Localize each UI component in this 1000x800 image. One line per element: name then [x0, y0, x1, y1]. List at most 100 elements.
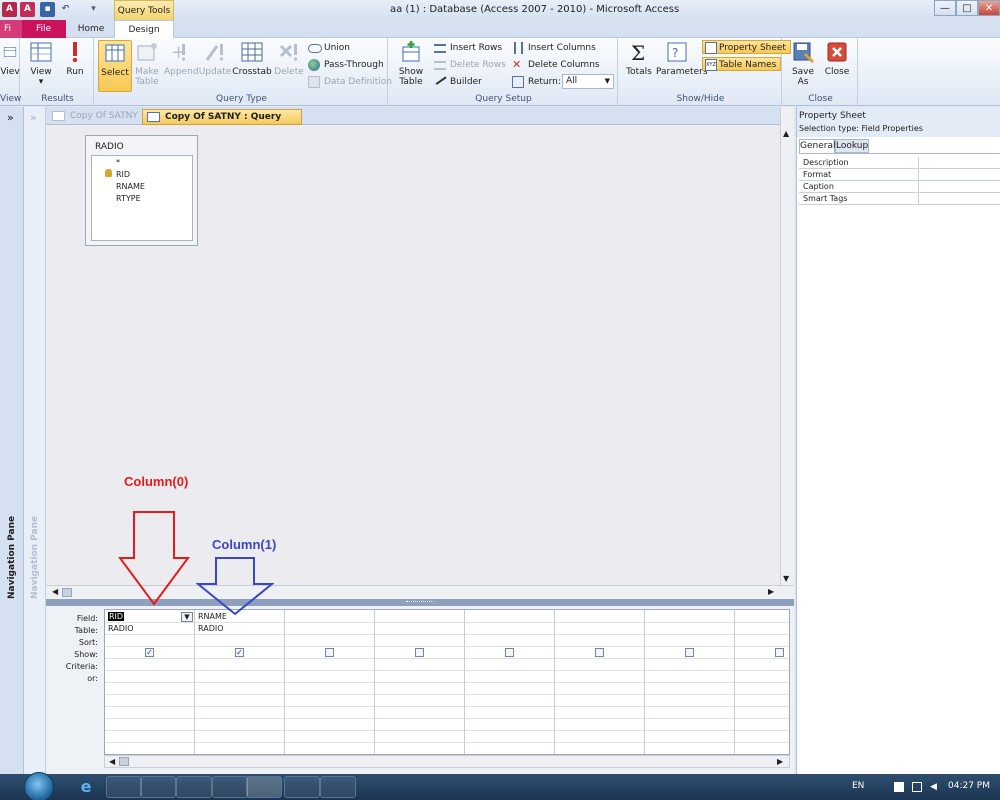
insert-columns-button[interactable]: Insert Columns [512, 41, 596, 55]
flag-icon[interactable] [894, 782, 904, 792]
tab-design[interactable]: Design [114, 20, 174, 39]
grid-column-4[interactable] [465, 610, 555, 754]
pass-through-button[interactable]: Pass-Through [308, 58, 384, 72]
totals-button[interactable]: Σ Totals [622, 40, 656, 77]
grid-column-7[interactable] [735, 610, 789, 754]
taskbar-media-player-icon[interactable] [140, 776, 176, 798]
grid-scroll-thumb[interactable] [119, 757, 129, 766]
insert-rows-button[interactable]: Insert Rows [434, 41, 502, 55]
access-app-icon[interactable]: A [2, 2, 17, 17]
save-icon[interactable]: ▪ [40, 2, 55, 17]
show-checkbox-0[interactable]: ✓ [145, 648, 154, 657]
grid-column-0[interactable]: RID ▼ RADIO ✓ [105, 610, 195, 754]
selection-type-label: Selection type: Field Properties [799, 124, 923, 133]
table-box-radio[interactable]: RADIO * RID RNAME RTYPE [85, 135, 198, 246]
table-cell[interactable]: RADIO [108, 624, 134, 633]
select-query-button[interactable]: Select [98, 40, 132, 92]
grid-column-5[interactable] [555, 610, 645, 754]
append-button[interactable]: + Append [164, 40, 199, 77]
grid-horizontal-scrollbar[interactable]: ◀ ▶ [104, 755, 790, 768]
run-button[interactable]: Run [58, 40, 92, 77]
update-button[interactable]: Update [198, 40, 232, 77]
delete-columns-button[interactable]: ✕ Delete Columns [512, 58, 600, 72]
undo-icon[interactable]: ↶ [58, 2, 73, 17]
return-select[interactable]: All ▼ [562, 74, 614, 89]
tab-file[interactable]: Fi File [0, 20, 66, 38]
property-sheet-button[interactable]: Property Sheet [702, 40, 791, 54]
customize-toolbar-icon[interactable]: ▾ [86, 2, 101, 17]
field-rid[interactable]: RID [116, 170, 130, 179]
run-icon [72, 42, 78, 63]
show-checkbox-3[interactable] [415, 648, 424, 657]
field-cell-rid[interactable]: RID [108, 612, 125, 621]
show-checkbox-2[interactable] [325, 648, 334, 657]
scroll-right-arrow[interactable]: ▶ [768, 587, 774, 596]
field-rtype[interactable]: RTYPE [116, 194, 141, 203]
start-button[interactable] [24, 772, 54, 800]
taskbar-chrome-icon[interactable] [176, 776, 212, 798]
table-cell[interactable]: RADIO [198, 624, 224, 633]
scroll-down-arrow[interactable]: ▼ [783, 574, 789, 583]
delete-query-button[interactable]: Delete [272, 40, 306, 77]
expand-nav-icon[interactable]: » [7, 111, 14, 124]
view-button[interactable]: View ▾ [24, 40, 58, 87]
close-query-button[interactable]: Close [820, 40, 854, 77]
navigation-pane-collapsed[interactable]: » Navigation Pane [0, 107, 24, 774]
show-checkbox-7[interactable] [775, 648, 784, 657]
volume-icon[interactable]: ◀ [930, 782, 940, 792]
property-description[interactable]: Description [799, 157, 1000, 169]
property-caption[interactable]: Caption [799, 181, 1000, 193]
taskbar-access-icon[interactable] [246, 776, 282, 798]
grid-scroll-right-arrow[interactable]: ▶ [777, 757, 783, 766]
scroll-up-arrow[interactable]: ▲ [783, 129, 789, 138]
tab-lookup[interactable]: Lookup [835, 139, 869, 153]
view-button-partial[interactable]: Viev [0, 40, 20, 77]
show-checkbox-4[interactable] [505, 648, 514, 657]
table-names-button[interactable]: XYZ Table Names [702, 57, 782, 71]
tab-general[interactable]: General [799, 139, 835, 153]
access-icon[interactable]: A [20, 2, 35, 17]
make-table-button[interactable]: Make Table [130, 40, 164, 87]
property-format[interactable]: Format [799, 169, 1000, 181]
network-icon[interactable] [912, 782, 922, 792]
close-window-button[interactable]: ✕ [978, 0, 1000, 16]
builder-button[interactable]: Builder [433, 73, 482, 89]
field-dropdown-button[interactable]: ▼ [181, 612, 193, 622]
taskbar-explorer-icon[interactable] [106, 776, 142, 798]
parameters-button[interactable]: ? Parameters [656, 40, 708, 77]
taskbar-winrar-icon[interactable] [284, 776, 320, 798]
system-clock[interactable]: 04:27 PM [948, 781, 990, 791]
show-checkbox-1[interactable]: ✓ [235, 648, 244, 657]
data-definition-button[interactable]: Data Definition [308, 75, 392, 89]
grid-column-6[interactable] [645, 610, 735, 754]
tab-home[interactable]: Home [70, 20, 112, 38]
taskbar-app-icon[interactable] [320, 776, 356, 798]
crosstab-button[interactable]: Crosstab [232, 40, 272, 77]
vertical-scrollbar[interactable]: ▲ ▼ [780, 107, 794, 585]
taskbar-ie-icon[interactable]: e [68, 776, 104, 798]
show-checkbox-5[interactable] [595, 648, 604, 657]
minimize-button[interactable]: — [934, 0, 956, 16]
delete-rows-button[interactable]: Delete Rows [434, 58, 506, 72]
insert-rows-icon [434, 44, 446, 53]
field-rname[interactable]: RNAME [116, 182, 145, 191]
taskbar-keyboard-icon[interactable] [212, 776, 248, 798]
field-all[interactable]: * [116, 158, 120, 167]
union-button[interactable]: Union [308, 41, 350, 55]
show-table-button[interactable]: Show Table [394, 40, 428, 87]
grid-column-3[interactable] [375, 610, 465, 754]
scroll-left-arrow[interactable]: ◀ [52, 587, 58, 596]
grid-column-1[interactable]: RNAME RADIO ✓ [195, 610, 285, 754]
maximize-button[interactable]: □ [956, 0, 978, 16]
doc-tab-copy-of-satny[interactable]: Copy Of SATNY [48, 109, 140, 125]
grid-column-2[interactable] [285, 610, 375, 754]
grid-scroll-left-arrow[interactable]: ◀ [109, 757, 115, 766]
query-design-grid[interactable]: RID ▼ RADIO ✓ RNAME RADIO ✓ [104, 609, 790, 755]
language-indicator[interactable]: EN [852, 781, 864, 791]
scroll-thumb[interactable] [62, 588, 72, 597]
doc-tab-query-builder[interactable]: Copy Of SATNY : Query Builder [142, 109, 302, 137]
table-field-list[interactable]: * RID RNAME RTYPE [91, 155, 193, 241]
show-checkbox-6[interactable] [685, 648, 694, 657]
save-as-button[interactable]: Save As [786, 40, 820, 87]
property-smart-tags[interactable]: Smart Tags [799, 193, 1000, 205]
